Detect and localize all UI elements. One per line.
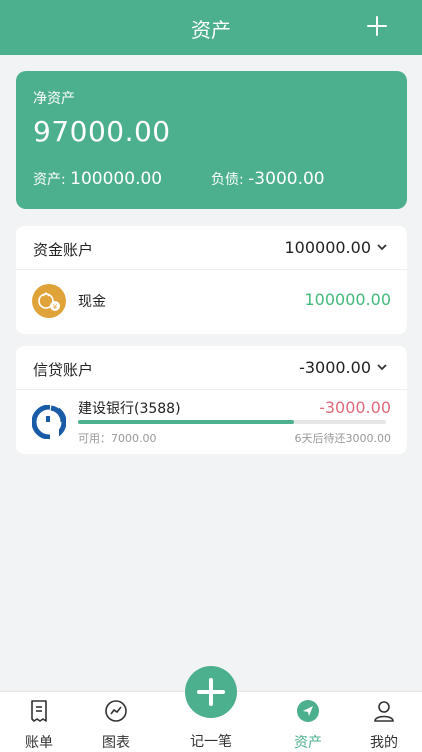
liabilities-total: 负债: -3000.00 [211, 169, 325, 189]
chevron-down-icon[interactable] [377, 242, 387, 252]
tab-bill[interactable]: 账单 [4, 692, 74, 752]
credit-account-total: -3000.00 [299, 358, 371, 377]
tab-label: 我的 [370, 735, 398, 751]
liabilities-label: 负债: [211, 172, 249, 188]
plus-icon[interactable] [362, 11, 392, 41]
credit-account-header[interactable]: 信贷账户 -3000.00 [16, 346, 407, 390]
account-item-ccb[interactable]: 建设银行(3588) -3000.00 可用：7000.00 6天后待还3000… [16, 390, 407, 452]
tab-profile[interactable]: 我的 [349, 692, 419, 752]
account-name: 建设银行(3588) [78, 401, 181, 417]
credit-usage-fill [78, 420, 294, 424]
assets-total: 资产: 100000.00 [33, 169, 162, 189]
user-icon [372, 699, 396, 723]
add-record-button[interactable] [185, 666, 237, 718]
tab-chart[interactable]: 图表 [81, 692, 151, 752]
net-assets-value: 97000.00 [33, 115, 171, 148]
assets-value: 100000.00 [70, 169, 163, 189]
assets-label: 资产: [33, 172, 71, 188]
tab-label: 图表 [102, 735, 130, 751]
asset-navigation-icon [296, 699, 320, 723]
net-assets-label: 净资产 [33, 91, 75, 107]
fund-account-title: 资金账户 [33, 241, 94, 259]
available-credit: 可用：7000.00 [78, 432, 157, 445]
fund-account-card: 资金账户 100000.00 ¥ 现金 100000.00 [16, 226, 407, 334]
tab-label: 账单 [25, 735, 53, 751]
liabilities-value: -3000.00 [248, 169, 325, 189]
fund-account-header[interactable]: 资金账户 100000.00 [16, 226, 407, 270]
credit-account-card: 信贷账户 -3000.00 建设银行(3588) -3000.00 可用：700… [16, 346, 407, 454]
tab-assets[interactable]: 资产 [273, 692, 343, 752]
svg-text:¥: ¥ [53, 303, 58, 311]
page-title: 资产 [191, 18, 231, 42]
header-bar: 资产 [0, 0, 422, 55]
fund-account-total: 100000.00 [284, 238, 371, 257]
tab-label: 资产 [294, 735, 322, 751]
account-amount: 100000.00 [304, 290, 391, 309]
ccb-bank-icon [31, 404, 67, 440]
credit-usage-bar [78, 420, 386, 424]
account-name: 现金 [78, 294, 106, 310]
add-record-label: 记一笔 [190, 734, 232, 750]
account-amount: -3000.00 [319, 398, 391, 417]
chevron-down-icon[interactable] [377, 362, 387, 372]
account-item-cash[interactable]: ¥ 现金 100000.00 [16, 270, 407, 332]
bill-icon [27, 699, 51, 723]
net-assets-card: 净资产 97000.00 资产: 100000.00 负债: -3000.00 [16, 71, 407, 209]
cash-coin-icon: ¥ [32, 284, 66, 318]
chart-icon [104, 699, 128, 723]
repayment-due: 6天后待还3000.00 [294, 432, 392, 445]
credit-account-title: 信贷账户 [33, 361, 94, 379]
